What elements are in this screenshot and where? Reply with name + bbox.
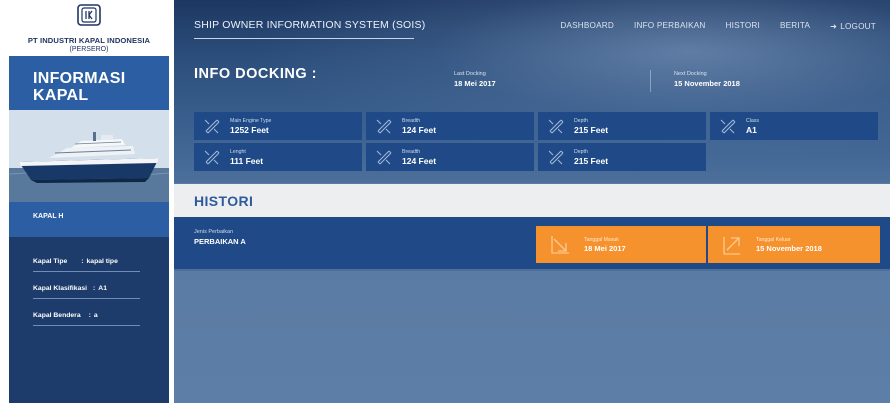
date-out-value: 15 November 2018 [756,243,822,253]
spec-value: 124 Feet [402,124,437,135]
arrow-up-right-icon [708,226,756,263]
spec-card-length: Lenght 111 Feet [194,143,362,171]
detail-value: A1 [98,285,107,292]
sidebar-title-box: INFORMASI KAPAL [9,56,169,110]
ship-name-box: KAPAL H [9,202,169,237]
ship-photo [9,110,169,202]
spec-card-engine: Main Engine Type 1252 Feet [194,112,362,140]
repair-type-label: Jenis Perbaikan [194,229,234,235]
spec-label: Breadth [402,117,421,124]
system-title: SHIP OWNER INFORMATION SYSTEM (SOIS) [194,19,426,31]
nav-histori[interactable]: HISTORI [726,21,760,31]
ruler-pencil-icon [538,143,574,171]
date-out-label: Tanggal Keluar [756,236,791,243]
sidebar-title: INFORMASI KAPAL [33,70,126,104]
spec-card-breadth: Breadth 124 Feet [366,112,534,140]
nav-dashboard[interactable]: DASHBOARD [560,21,614,31]
last-docking-value: 18 Mei 2017 [454,79,496,88]
ship-name: KAPAL H [33,213,64,220]
spec-label: Class [746,117,759,124]
date-out-card: Tanggal Keluar 15 November 2018 [708,226,880,263]
detail-label: Kapal Bendera [33,312,81,319]
nav-info-perbaikan[interactable]: INFO PERBAIKAN [634,21,706,31]
spec-label: Main Engine Type [230,117,272,124]
detail-colon: : [81,258,84,265]
sidebar: PT INDUSTRI KAPAL INDONESIA (PERSERO) IN… [9,0,169,403]
last-docking-label: Last Docking [454,71,486,77]
company-name: PT INDUSTRI KAPAL INDONESIA [27,36,151,45]
ruler-pencil-icon [538,112,574,140]
spec-label: Breadth [402,148,421,155]
date-in-value: 18 Mei 2017 [584,243,626,253]
info-docking-title: INFO DOCKING : [194,66,317,82]
spec-label: Depth [574,148,588,155]
ruler-pencil-icon [194,112,230,140]
title-underline [194,38,414,39]
date-in-card: Tanggal Masuk 18 Mei 2017 [536,226,706,263]
detail-value: a [93,312,98,319]
spec-card-breadth-2: Breadth 124 Feet [366,143,534,171]
spec-value: 111 Feet [230,155,264,166]
main-content: SHIP OWNER INFORMATION SYSTEM (SOIS) DAS… [174,0,890,403]
detail-label: Kapal Tipe [33,258,68,265]
main-nav: DASHBOARD INFO PERBAIKAN HISTORI BERITA … [560,21,876,31]
spec-card-class: Class A1 [710,112,878,140]
company-sub: (PERSERO) [69,46,109,53]
histori-header: HISTORI [174,184,890,217]
nav-berita[interactable]: BERITA [780,21,810,31]
spec-label: Depth [574,117,588,124]
detail-colon: : [93,285,96,292]
next-docking-label: Next Docking [674,71,707,77]
spec-value: 1252 Feet [230,124,269,135]
detail-label: Kapal Klasifikasi [33,285,88,292]
detail-colon: : [88,312,91,319]
nav-logout[interactable]: ➜ LOGOUT [830,21,876,31]
spec-card-depth: Depth 215 Feet [538,112,706,140]
top-navbar: SHIP OWNER INFORMATION SYSTEM (SOIS) DAS… [174,0,890,46]
next-docking-value: 15 November 2018 [674,79,740,88]
arrow-down-right-icon [536,226,584,263]
histori-title: HISTORI [194,193,254,209]
last-docking: Last Docking 18 Mei 2017 [454,71,496,88]
next-docking: Next Docking 15 November 2018 [674,71,740,88]
spec-value: 215 Feet [574,155,609,166]
detail-row-klasifikasi: Kapal Klasifikasi : A1 [33,279,140,299]
detail-row-bendera: Kapal Bendera : a [33,306,140,326]
brand-header: PT INDUSTRI KAPAL INDONESIA (PERSERO) [9,0,169,56]
spec-value: 215 Feet [574,124,609,135]
docking-divider [650,70,651,92]
spec-label: Lenght [230,148,246,155]
ship-image [9,110,169,202]
ruler-pencil-icon [194,143,230,171]
company-logo-icon [77,4,101,26]
detail-value: kapal tipe [86,258,118,265]
spec-card-depth-2: Depth 215 Feet [538,143,706,171]
ruler-pencil-icon [710,112,746,140]
repair-type-value: PERBAIKAN A [194,237,246,246]
ruler-pencil-icon [366,112,402,140]
ship-details: Kapal Tipe : kapal tipe Kapal Klasifikas… [9,237,169,403]
spec-value: 124 Feet [402,155,437,166]
nav-logout-label: LOGOUT [840,22,876,31]
ruler-pencil-icon [366,143,402,171]
spec-value: A1 [746,124,757,135]
detail-row-tipe: Kapal Tipe : kapal tipe [33,252,140,272]
logout-icon: ➜ [830,22,838,31]
date-in-label: Tanggal Masuk [584,236,619,243]
